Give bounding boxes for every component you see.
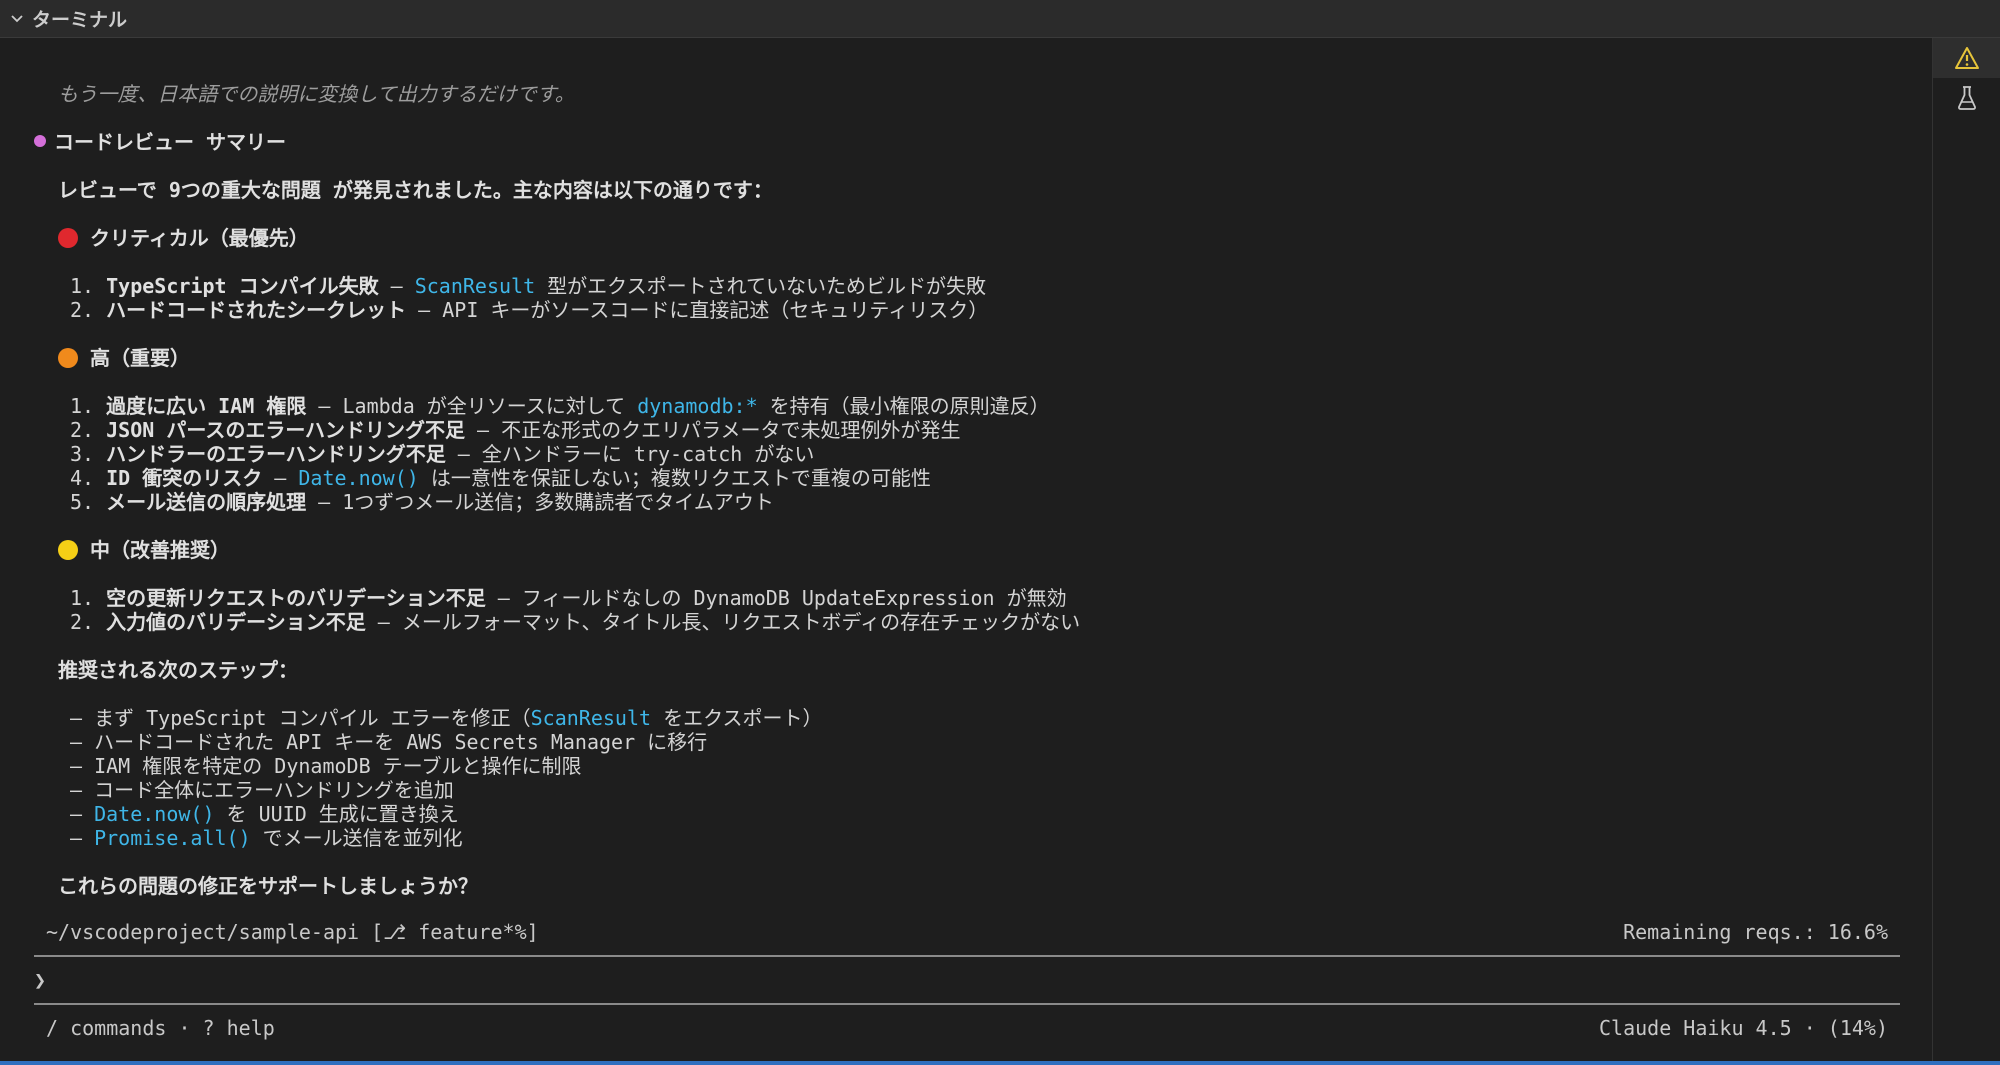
- remaining-requests: Remaining reqs.: 16.6%: [1623, 920, 1888, 944]
- list-item: 1. 空の更新リクエストのバリデーション不足 – フィールドなしの Dynamo…: [70, 586, 1067, 610]
- high-heading: 高（重要）: [58, 346, 190, 370]
- list-item: 4. ID 衝突のリスク – Date.now() は一意性を保証しない；複数リ…: [70, 466, 931, 490]
- prompt-caret-icon: ❯: [34, 968, 47, 992]
- list-item: 1. 過度に広い IAM 権限 – Lambda が全リソースに対して dyna…: [70, 394, 1050, 418]
- model-indicator[interactable]: Claude Haiku 4.5 · (14%): [1560, 1016, 1888, 1040]
- intro-text: もう一度、日本語での説明に変換して出力するだけです。: [58, 82, 575, 106]
- next-steps-heading: 推奨される次のステップ：: [58, 658, 298, 682]
- warning-icon: [1955, 47, 1979, 69]
- cwd-path: ~/vscodeproject/sample-api [⎇ feature*%]: [46, 920, 539, 944]
- step-item: – まず TypeScript コンパイル エラーを修正（ScanResult …: [70, 706, 823, 730]
- list-item: 2. 入力値のバリデーション不足 – メールフォーマット、タイトル長、リクエスト…: [70, 610, 1081, 634]
- step-item: – Date.now() を UUID 生成に置き換え: [70, 802, 459, 826]
- testing-button[interactable]: [1933, 78, 2000, 118]
- step-item: – Promise.all() でメール送信を並列化: [70, 826, 463, 850]
- step-item: – コード全体にエラーハンドリングを追加: [70, 778, 454, 802]
- warning-button[interactable]: [1933, 38, 2000, 78]
- critical-heading: クリティカル（最優先）: [58, 226, 309, 250]
- step-item: – ハードコードされた API キーを AWS Secrets Manager …: [70, 730, 708, 754]
- summary-lead: レビューで 9つの重大な問題 が発見されました。主な内容は以下の通りです：: [58, 178, 773, 202]
- terminal-output[interactable]: もう一度、日本語での説明に変換して出力するだけです。 コードレビュー サマリー …: [0, 38, 1932, 1065]
- terminal-panel-header: ターミナル: [0, 0, 2000, 38]
- help-hint: / commands · ? help: [46, 1016, 275, 1040]
- medium-heading: 中（改善推奨）: [58, 538, 230, 562]
- yellow-circle-icon: [58, 540, 78, 560]
- list-item: 1. TypeScript コンパイル失敗 – ScanResult 型がエクス…: [70, 274, 986, 298]
- list-item: 2. ハードコードされたシークレット – API キーがソースコードに直接記述（…: [70, 298, 989, 322]
- red-circle-icon: [58, 228, 78, 248]
- list-item: 5. メール送信の順序処理 – 1つずつメール送信；多数購読者でタイムアウト: [70, 490, 774, 514]
- flask-icon: [1958, 86, 1976, 110]
- terminal-side-toolbar: [1932, 38, 2000, 1065]
- input-bottom-divider: [34, 1003, 1900, 1005]
- chevron-down-icon[interactable]: [10, 12, 24, 26]
- summary-heading: コードレビュー サマリー: [34, 130, 286, 154]
- closing-question: これらの問題の修正をサポートしましょうか？: [58, 874, 478, 898]
- orange-circle-icon: [58, 348, 78, 368]
- list-item: 2. JSON パースのエラーハンドリング不足 – 不正な形式のクエリパラメータ…: [70, 418, 961, 442]
- bullet-dot: [34, 135, 46, 147]
- prompt-input[interactable]: ❯: [34, 968, 1894, 992]
- step-item: – IAM 権限を特定の DynamoDB テーブルと操作に制限: [70, 754, 582, 778]
- input-top-divider: [34, 955, 1900, 957]
- panel-title: ターミナル: [32, 9, 128, 31]
- panel-bottom-border: [0, 1061, 2000, 1065]
- list-item: 3. ハンドラーのエラーハンドリング不足 – 全ハンドラーに try-catch…: [70, 442, 815, 466]
